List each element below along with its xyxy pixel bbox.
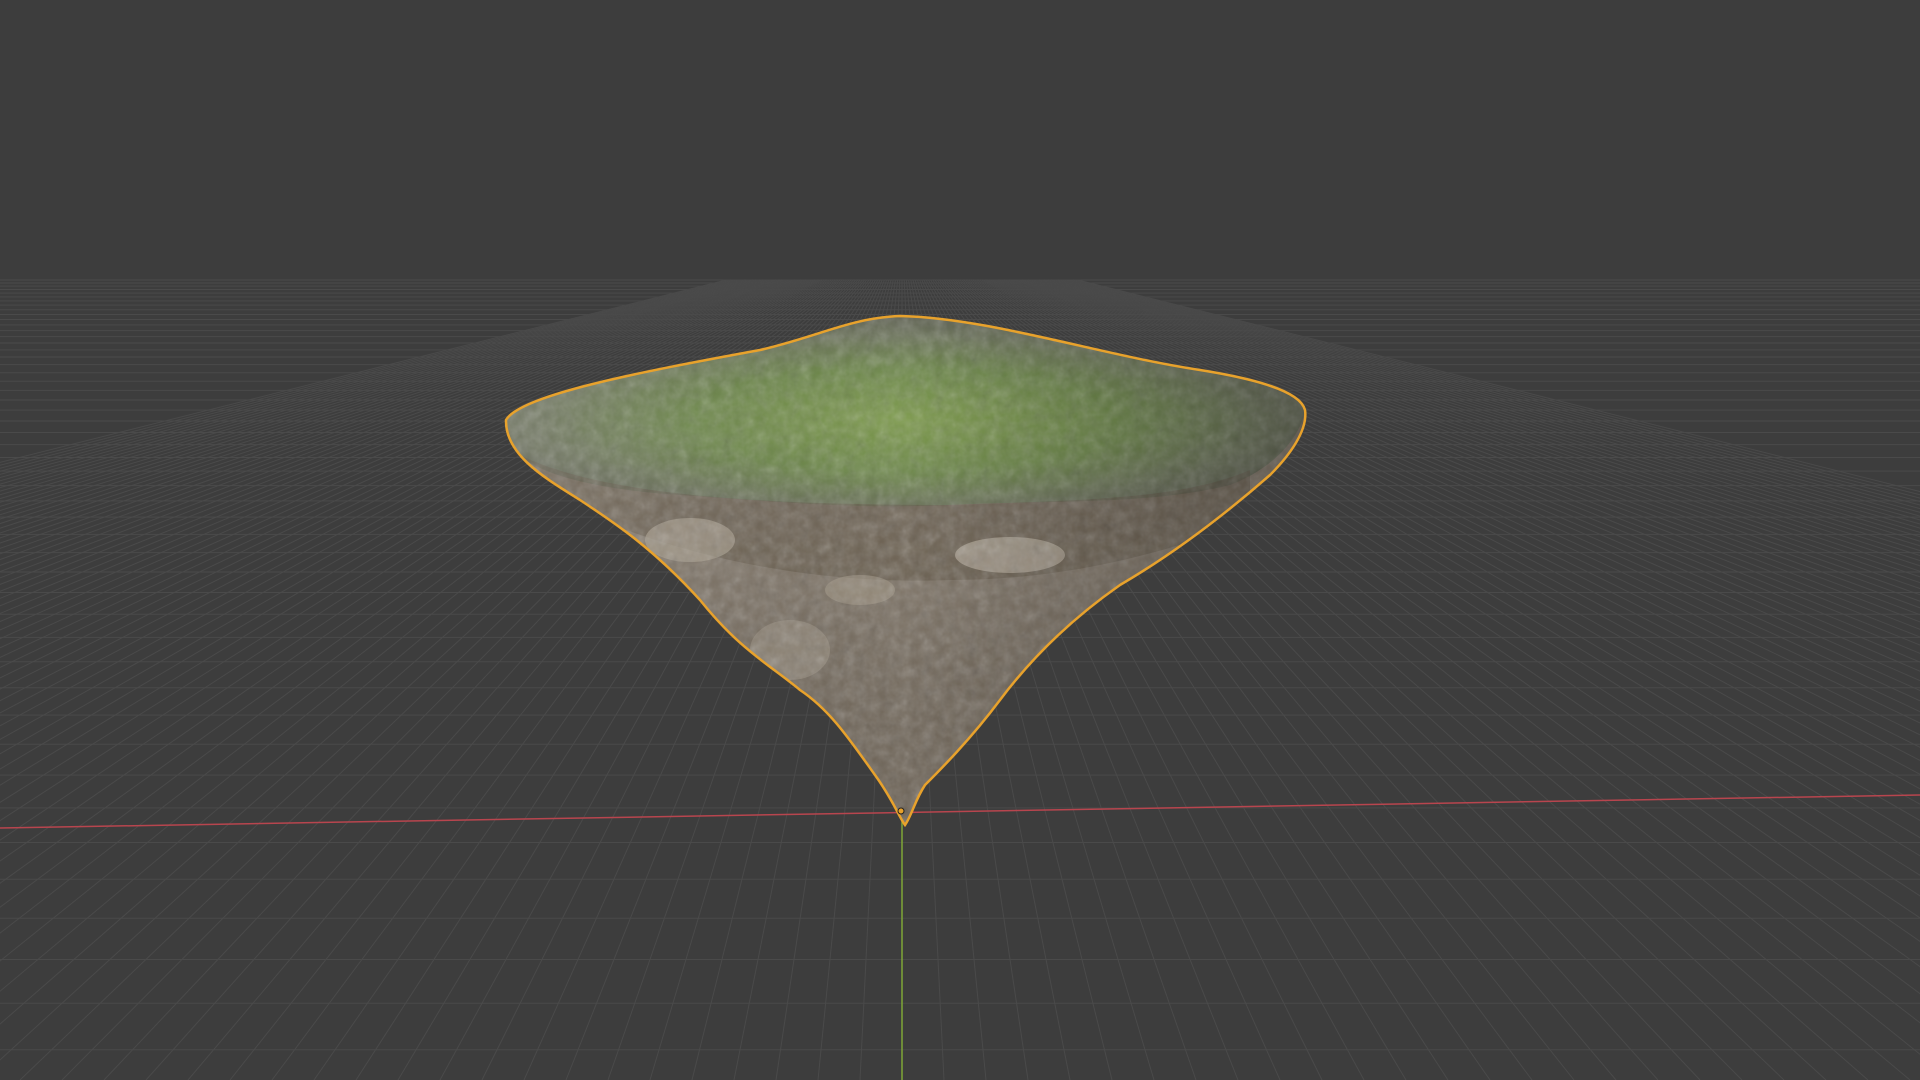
viewport-scene[interactable]	[0, 0, 1920, 1080]
3d-viewport[interactable]	[0, 0, 1920, 1080]
origin-point-icon[interactable]	[897, 807, 905, 815]
